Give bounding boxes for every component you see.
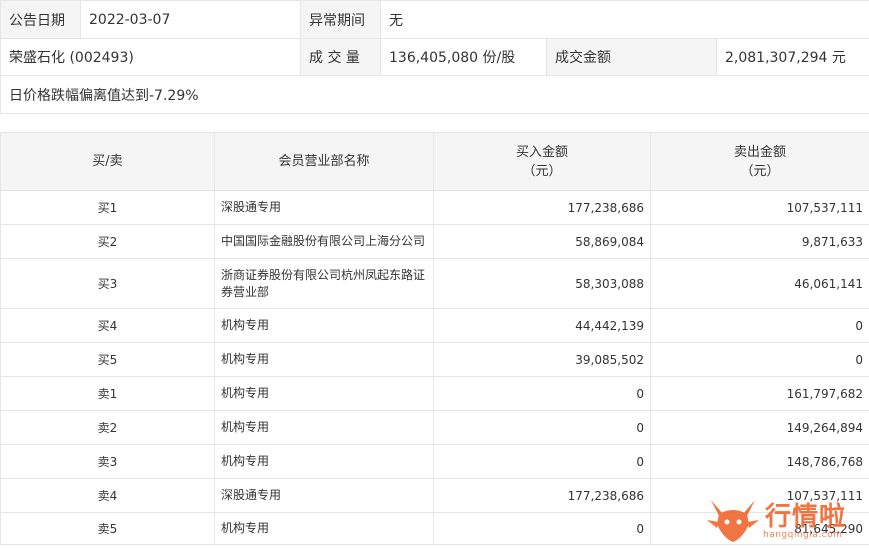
row-sell-amount: 161,797,682 [650, 376, 869, 411]
row-side: 买2 [0, 224, 215, 259]
header-broker: 会员营业部名称 [214, 132, 434, 191]
header-side: 买/卖 [0, 132, 215, 191]
stock-name: 荣盛石化 (002493) [0, 38, 301, 76]
row-side: 买3 [0, 258, 215, 309]
amount-label: 成交金额 [546, 38, 717, 76]
date-label: 公告日期 [0, 0, 81, 39]
row-broker: 机构专用 [214, 444, 434, 479]
info-row-date: 公告日期 2022-03-07 异常期间 无 [0, 0, 869, 39]
row-side: 卖1 [0, 376, 215, 411]
row-sell-amount: 9,871,633 [650, 224, 869, 259]
trading-detail-table: 买/卖 会员营业部名称 买入金额 （元） 卖出金额 （元） 买1 深股通专用 177… [0, 132, 869, 545]
table-row: 买4 机构专用 44,442,139 0 [0, 308, 869, 343]
header-sell-amount: 卖出金额 （元） [650, 132, 869, 191]
watermark-domain: hangqingla.com [763, 530, 843, 540]
row-buy-amount: 177,238,686 [433, 478, 651, 513]
row-broker: 中国国际金融股份有限公司上海分公司 [214, 224, 434, 259]
row-broker: 机构专用 [214, 376, 434, 411]
row-side: 卖2 [0, 410, 215, 445]
row-side: 买4 [0, 308, 215, 343]
row-side: 买1 [0, 190, 215, 225]
row-broker: 机构专用 [214, 308, 434, 343]
header-sell-line2: （元） [740, 163, 780, 179]
table-row: 买1 深股通专用 177,238,686 107,537,111 [0, 190, 869, 225]
row-buy-amount: 0 [433, 410, 651, 445]
watermark: 行情啦 hangqingla.com [703, 494, 863, 546]
info-row-reason: 日价格跌幅偏离值达到-7.29% [0, 75, 869, 114]
table-row: 买3 浙商证券股份有限公司杭州凤起东路证券营业部 58,303,088 46,0… [0, 258, 869, 309]
row-buy-amount: 44,442,139 [433, 308, 651, 343]
row-buy-amount: 0 [433, 376, 651, 411]
row-sell-amount: 149,264,894 [650, 410, 869, 445]
row-broker: 深股通专用 [214, 478, 434, 513]
table-row: 买2 中国国际金融股份有限公司上海分公司 58,869,084 9,871,63… [0, 224, 869, 259]
row-sell-amount: 107,537,111 [650, 190, 869, 225]
row-buy-amount: 39,085,502 [433, 342, 651, 377]
header-buy-line1: 买入金额 [515, 144, 568, 160]
row-sell-amount: 46,061,141 [650, 258, 869, 309]
amount-value: 2,081,307,294 元 [715, 38, 869, 76]
row-broker: 机构专用 [214, 342, 434, 377]
period-label: 异常期间 [300, 0, 381, 39]
row-side: 卖3 [0, 444, 215, 479]
info-row-stock: 荣盛石化 (002493) 成 交 量 136,405,080 份/股 成交金额… [0, 38, 869, 76]
table-header-row: 买/卖 会员营业部名称 买入金额 （元） 卖出金额 （元） [0, 132, 869, 191]
period-value: 无 [379, 0, 869, 39]
row-buy-amount: 177,238,686 [433, 190, 651, 225]
table-row: 买5 机构专用 39,085,502 0 [0, 342, 869, 377]
date-value: 2022-03-07 [80, 0, 301, 39]
header-sell-line1: 卖出金额 [733, 144, 786, 160]
header-buy-amount: 买入金额 （元） [433, 132, 651, 191]
reason-text: 日价格跌幅偏离值达到-7.29% [0, 75, 869, 114]
row-broker: 浙商证券股份有限公司杭州凤起东路证券营业部 [214, 258, 434, 309]
watermark-brand: 行情啦 [765, 502, 847, 532]
row-side: 卖5 [0, 512, 215, 545]
row-sell-amount: 0 [650, 308, 869, 343]
row-buy-amount: 58,303,088 [433, 258, 651, 309]
row-buy-amount: 0 [433, 444, 651, 479]
table-row: 卖1 机构专用 0 161,797,682 [0, 376, 869, 411]
row-sell-amount: 0 [650, 342, 869, 377]
row-broker: 深股通专用 [214, 190, 434, 225]
row-buy-amount: 58,869,084 [433, 224, 651, 259]
table-row: 卖3 机构专用 0 148,786,768 [0, 444, 869, 479]
volume-value: 136,405,080 份/股 [380, 38, 547, 76]
row-broker: 机构专用 [214, 512, 434, 545]
header-buy-line2: （元） [522, 163, 562, 179]
bull-logo-icon [707, 500, 759, 542]
announcement-info-table: 公告日期 2022-03-07 异常期间 无 荣盛石化 (002493) 成 交… [0, 0, 869, 114]
row-buy-amount: 0 [433, 512, 651, 545]
row-broker: 机构专用 [214, 410, 434, 445]
row-sell-amount: 148,786,768 [650, 444, 869, 479]
table-row: 卖2 机构专用 0 149,264,894 [0, 410, 869, 445]
row-side: 买5 [0, 342, 215, 377]
row-side: 卖4 [0, 478, 215, 513]
volume-label: 成 交 量 [300, 38, 381, 76]
